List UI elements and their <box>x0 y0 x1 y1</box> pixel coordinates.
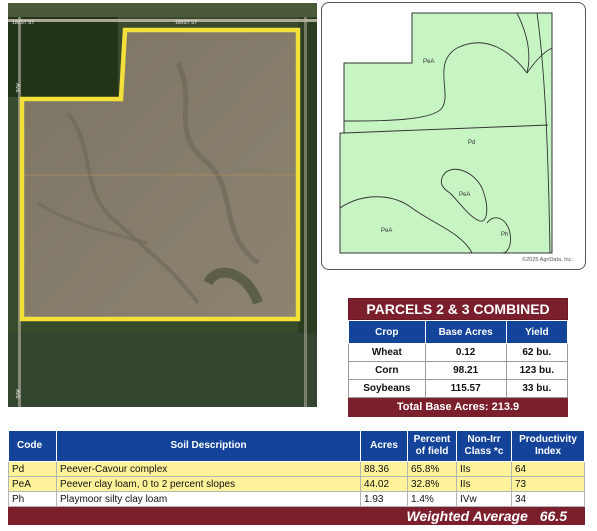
base-acres-cell: 115.57 <box>424 379 507 398</box>
percent-cell: 1.4% <box>407 491 457 507</box>
base-acres-cell: 98.21 <box>424 361 507 380</box>
parcels-title: PARCELS 2 & 3 COMBINED <box>348 298 568 320</box>
soil-table-header: Code Soil Description Acres Percent of f… <box>8 430 585 462</box>
yield-cell: 62 bu. <box>505 343 569 362</box>
column-header: Base Acres <box>424 320 507 344</box>
code-cell: Pd <box>8 461 57 477</box>
crop-cell: Wheat <box>348 343 426 362</box>
description-cell: Playmoor silty clay loam <box>56 491 361 507</box>
column-header: Productivity Index <box>511 430 585 462</box>
table-row: Ph Playmoor silty clay loam 1.93 1.4% IV… <box>8 491 585 507</box>
crop-cell: Corn <box>348 361 426 380</box>
total-label: Total Base Acres: <box>396 401 489 413</box>
column-header: Crop <box>348 320 426 344</box>
copyright-text: ©2025 AgriData, Inc. <box>522 257 573 263</box>
soil-label-pea: PeA <box>423 59 435 65</box>
soil-label-pd: Pd <box>468 140 476 146</box>
table-row: Soybeans 115.57 33 bu. <box>348 379 569 398</box>
column-header: Non-Irr Class *c <box>456 430 512 462</box>
nonirr-cell: IVw <box>456 491 512 507</box>
acres-cell: 1.93 <box>360 491 408 507</box>
productivity-cell: 64 <box>511 461 585 477</box>
acres-cell: 88.36 <box>360 461 408 477</box>
weighted-average-bar: Weighted Average 66.5 <box>8 507 585 525</box>
crop-cell: Soybeans <box>348 379 426 398</box>
base-acres-cell: 0.12 <box>424 343 507 362</box>
table-row: Pd Peever-Cavour complex 88.36 65.8% IIs… <box>8 461 585 477</box>
aerial-image <box>8 3 317 407</box>
total-base-acres: Total Base Acres: 213.9 <box>348 398 568 417</box>
total-value: 213.9 <box>491 401 520 413</box>
productivity-cell: 34 <box>511 491 585 507</box>
aerial-photo: 180ST ST 180ST ST AVE AVE <box>8 3 317 407</box>
table-row: Corn 98.21 123 bu. <box>348 361 569 380</box>
soils-table: Code Soil Description Acres Percent of f… <box>8 430 585 525</box>
road-label: AVE <box>13 389 20 399</box>
weighted-average-value: 66.5 <box>539 508 567 524</box>
soil-label-ph: Ph <box>501 232 509 238</box>
nonirr-cell: IIs <box>456 476 512 492</box>
percent-cell: 32.8% <box>407 476 457 492</box>
road-label: 180ST ST <box>175 20 198 26</box>
crop-table: Crop Base Acres Yield Wheat 0.12 62 bu. … <box>348 320 569 398</box>
column-header: Yield <box>505 320 569 344</box>
weighted-average-label: Weighted Average <box>406 508 528 524</box>
yield-cell: 123 bu. <box>505 361 569 380</box>
description-cell: Peever-Cavour complex <box>56 461 361 477</box>
road-label: AVE <box>13 83 20 93</box>
column-header: Percent of field <box>407 430 457 462</box>
code-cell: PeA <box>8 476 57 492</box>
road-label: 180ST ST <box>12 20 35 26</box>
percent-cell: 65.8% <box>407 461 457 477</box>
column-header: Code <box>8 430 57 462</box>
code-cell: Ph <box>8 491 57 507</box>
crop-table-header: Crop Base Acres Yield <box>348 320 569 344</box>
column-header: Soil Description <box>56 430 361 462</box>
column-header: Acres <box>360 430 408 462</box>
soil-label-pea: PeA <box>381 228 393 234</box>
parcels-table: PARCELS 2 & 3 COMBINED Crop Base Acres Y… <box>348 298 569 417</box>
table-row: PeA Peever clay loam, 0 to 2 percent slo… <box>8 476 585 492</box>
description-cell: Peever clay loam, 0 to 2 percent slopes <box>56 476 361 492</box>
soil-map: PeA Pd PeA PeA Ph ©2025 AgriData, Inc. <box>321 2 586 270</box>
productivity-cell: 73 <box>511 476 585 492</box>
soil-map-drawing <box>339 12 553 254</box>
acres-cell: 44.02 <box>360 476 408 492</box>
nonirr-cell: IIs <box>456 461 512 477</box>
soil-description-table: Code Soil Description Acres Percent of f… <box>8 430 585 507</box>
yield-cell: 33 bu. <box>505 379 569 398</box>
table-row: Wheat 0.12 62 bu. <box>348 343 569 362</box>
soil-label-pea: PeA <box>459 192 471 198</box>
